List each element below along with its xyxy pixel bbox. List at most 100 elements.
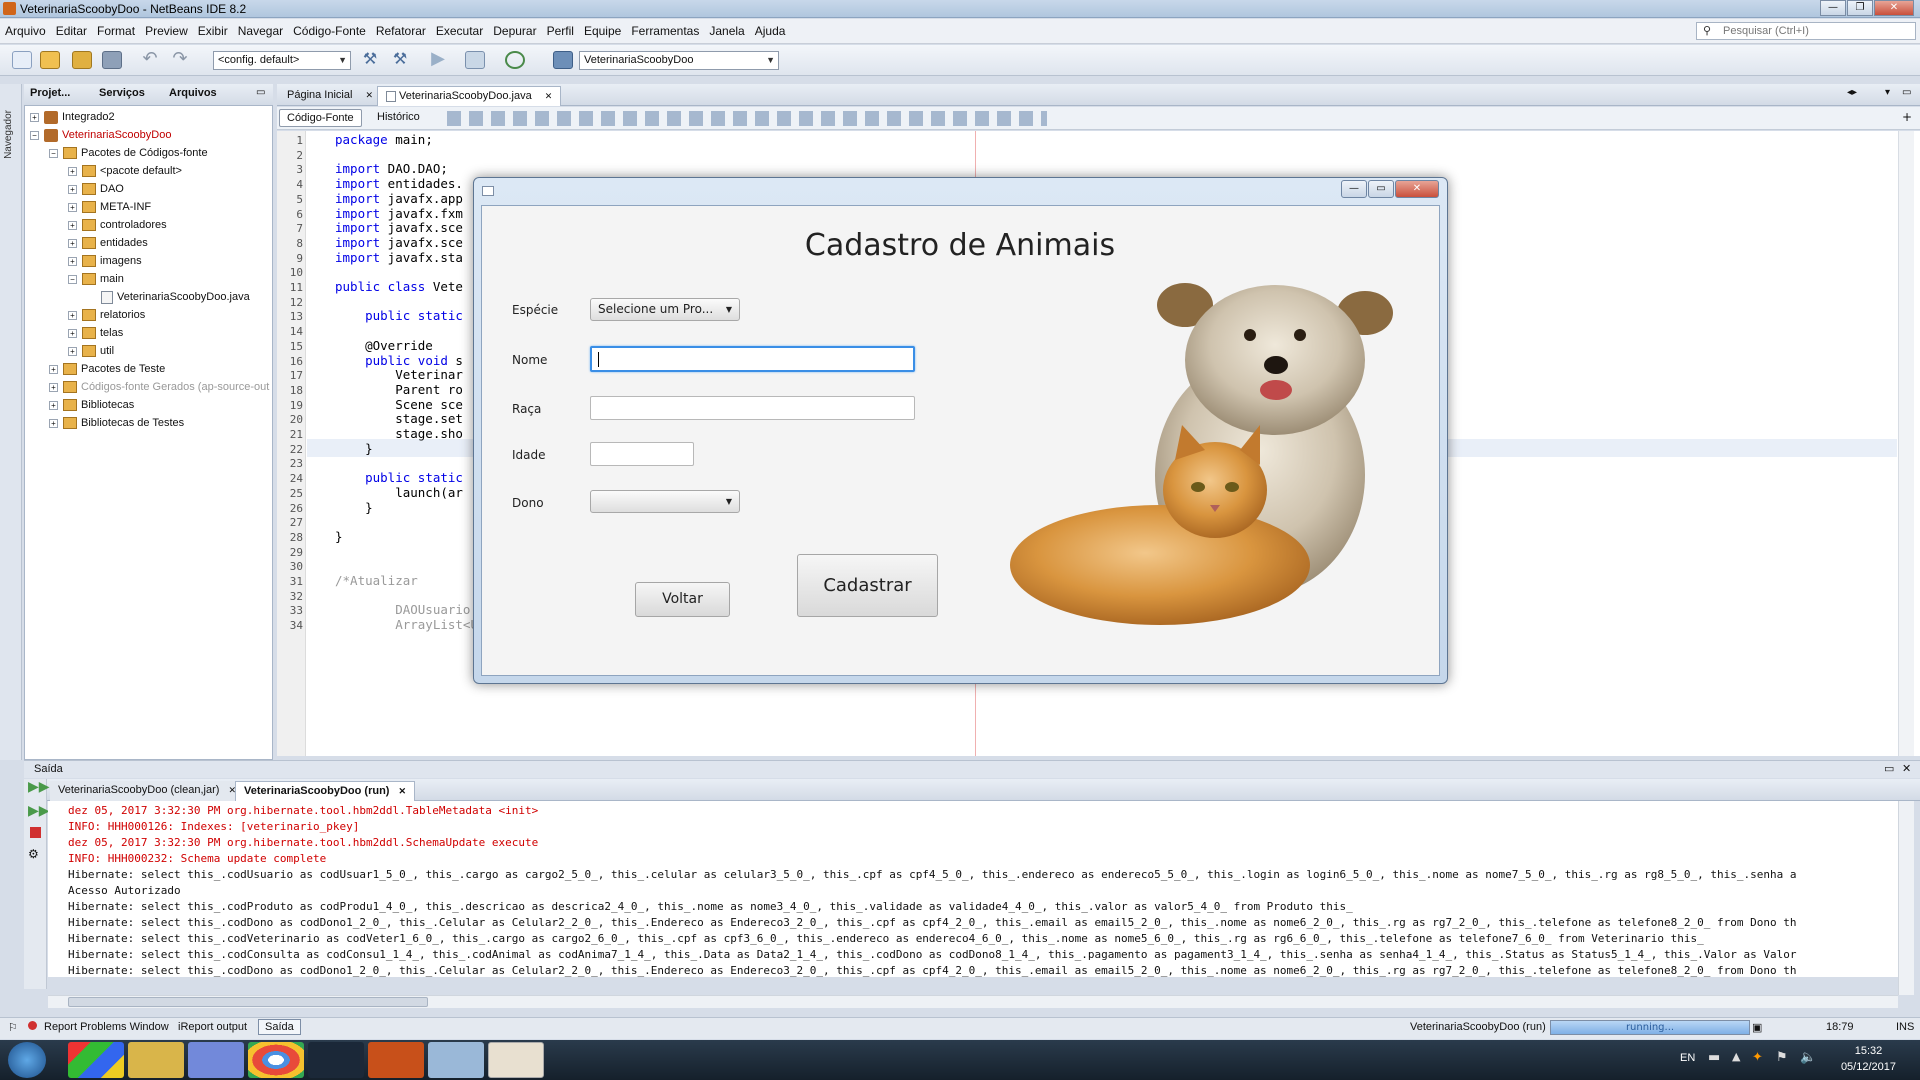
tree-item[interactable]: + controladores	[68, 216, 167, 234]
tray-expand-icon[interactable]: ▲	[1732, 1050, 1740, 1063]
open-project-icon[interactable]	[72, 51, 92, 69]
menu-janela[interactable]: Janela	[704, 19, 749, 44]
maximize-editor-icon[interactable]: ▭	[1902, 87, 1911, 98]
taskbar-netbeans-icon[interactable]	[428, 1042, 484, 1078]
expand-icon[interactable]: +	[68, 310, 77, 320]
rerun-icon[interactable]: ▶▶	[28, 779, 50, 795]
tab-files[interactable]: Arquivos	[169, 87, 217, 99]
expand-icon[interactable]: +	[68, 238, 77, 248]
tree-item[interactable]: VeterinariaScoobyDoo.java	[87, 288, 250, 306]
minimize-panel-icon[interactable]: ▭	[1884, 762, 1894, 775]
menu-arquivo[interactable]: Arquivo	[0, 19, 51, 44]
split-editor-icon[interactable]: +	[1902, 110, 1912, 124]
tree-item[interactable]: + relatorios	[68, 306, 145, 324]
taskbar-presentation-icon[interactable]	[368, 1042, 424, 1078]
stop-icon[interactable]	[30, 827, 41, 838]
menu-equipe[interactable]: Equipe	[579, 19, 626, 44]
taskbar-steam-icon[interactable]	[308, 1042, 364, 1078]
dialog-maximize-button[interactable]: ▭	[1368, 180, 1394, 198]
especie-combo[interactable]: Selecione um Pro... ▼	[590, 298, 740, 321]
menu-ferramentas[interactable]: Ferramentas	[626, 19, 704, 44]
ireport-output-tab[interactable]: iReport output	[178, 1021, 247, 1033]
minimize-panel-icon[interactable]: ▭	[256, 87, 265, 98]
expand-icon[interactable]: +	[30, 112, 39, 122]
collapse-icon[interactable]: −	[49, 148, 58, 158]
run-icon[interactable]: ▶	[428, 50, 448, 69]
clean-build-icon[interactable]: ⚒	[390, 51, 410, 69]
collapse-icon[interactable]: −	[68, 274, 77, 284]
start-button[interactable]	[8, 1042, 46, 1078]
tree-item[interactable]: − VeterinariaScoobyDoo	[30, 126, 171, 144]
expand-icon[interactable]: +	[49, 418, 58, 428]
settings-icon[interactable]: ⚙	[28, 847, 39, 861]
tree-item[interactable]: + DAO	[68, 180, 124, 198]
close-icon[interactable]: ✕	[399, 786, 407, 796]
tree-item[interactable]: + <pacote default>	[68, 162, 182, 180]
tree-item[interactable]: + telas	[68, 324, 123, 342]
search-input[interactable]: ⚲ Pesquisar (Ctrl+I)	[1696, 22, 1916, 40]
close-icon[interactable]: ✕	[1902, 762, 1911, 775]
new-file-icon[interactable]	[12, 51, 32, 69]
tree-item[interactable]: + entidades	[68, 234, 148, 252]
menu-ajuda[interactable]: Ajuda	[750, 19, 791, 44]
language-indicator[interactable]: EN	[1680, 1052, 1695, 1064]
dialog-close-button[interactable]: ✕	[1395, 180, 1439, 198]
tree-item[interactable]: + Bibliotecas de Testes	[49, 414, 184, 432]
action-center-icon[interactable]: ⚑	[1776, 1050, 1788, 1065]
maximize-button[interactable]: ❐	[1847, 0, 1873, 16]
taskbar-clock[interactable]: 15:32 05/12/2017	[1841, 1043, 1896, 1075]
tree-item[interactable]: + Bibliotecas	[49, 396, 134, 414]
tree-item[interactable]: − main	[68, 270, 124, 288]
save-all-icon[interactable]	[102, 51, 122, 69]
config-combo[interactable]: <config. default> ▼	[213, 51, 351, 70]
new-project-icon[interactable]	[40, 51, 60, 69]
taskbar-office-app-icon[interactable]	[68, 1042, 124, 1078]
chevron-down-icon[interactable]: ▾	[1885, 87, 1890, 98]
tree-item[interactable]: − Pacotes de Códigos-fonte	[49, 144, 208, 162]
menu-navegar[interactable]: Navegar	[233, 19, 288, 44]
dono-combo[interactable]: ▼	[590, 490, 740, 513]
tab-run[interactable]: VeterinariaScoobyDoo (run) ✕	[235, 781, 416, 801]
tree-item[interactable]: + imagens	[68, 252, 142, 270]
editor-vertical-scrollbar[interactable]	[1898, 131, 1914, 756]
expand-icon[interactable]: +	[68, 184, 77, 194]
output-horizontal-scrollbar[interactable]	[48, 995, 1898, 1008]
menu-executar[interactable]: Executar	[431, 19, 488, 44]
report-problems-tab[interactable]: Report Problems Window	[44, 1021, 169, 1033]
build-hammer-icon[interactable]: ⚒	[360, 51, 380, 69]
stop-task-icon[interactable]: ▣	[1752, 1021, 1762, 1034]
tab-scroll-icon[interactable]: ◂▸	[1847, 87, 1857, 98]
tab-veterinaria-java[interactable]: VeterinariaScoobyDoo.java ✕	[377, 86, 562, 106]
tree-item[interactable]: + Integrado2	[30, 108, 115, 126]
expand-icon[interactable]: +	[68, 220, 77, 230]
rerun-different-params-icon[interactable]: ▶▶	[28, 803, 50, 819]
network-icon[interactable]: ▬	[1708, 1050, 1720, 1065]
cadastrar-button[interactable]: Cadastrar	[797, 554, 938, 617]
history-view-button[interactable]: Histórico	[370, 109, 427, 127]
close-icon[interactable]: ✕	[366, 90, 374, 100]
source-view-button[interactable]: Código-Fonte	[279, 109, 362, 127]
tray-app-icon[interactable]: ✦	[1752, 1050, 1763, 1065]
collapse-icon[interactable]: −	[30, 130, 39, 140]
navigator-tab[interactable]: Navegador	[3, 110, 14, 159]
tab-services[interactable]: Serviços	[99, 87, 145, 99]
menu-preview[interactable]: Preview	[140, 19, 193, 44]
menu-perfil[interactable]: Perfil	[542, 19, 579, 44]
menu-exibir[interactable]: Exibir	[193, 19, 233, 44]
editor-action-icons[interactable]	[447, 111, 1047, 126]
close-button[interactable]: ✕	[1874, 0, 1914, 16]
tree-item[interactable]: + util	[68, 342, 114, 360]
taskbar-discord-icon[interactable]	[188, 1042, 244, 1078]
expand-icon[interactable]: +	[49, 382, 58, 392]
volume-icon[interactable]: 🔈	[1800, 1050, 1816, 1065]
close-icon[interactable]: ✕	[545, 91, 553, 101]
menu-codigo-fonte[interactable]: Código-Fonte	[288, 19, 371, 44]
tree-item[interactable]: + Pacotes de Teste	[49, 360, 165, 378]
profile-icon[interactable]	[505, 51, 525, 69]
tab-projects[interactable]: Projet...	[30, 87, 70, 99]
menu-depurar[interactable]: Depurar	[488, 19, 541, 44]
expand-icon[interactable]: +	[68, 328, 77, 338]
raca-input[interactable]	[590, 396, 915, 420]
project-combo[interactable]: VeterinariaScoobyDoo ▼	[579, 51, 779, 70]
taskbar-chrome-icon[interactable]	[248, 1042, 304, 1078]
